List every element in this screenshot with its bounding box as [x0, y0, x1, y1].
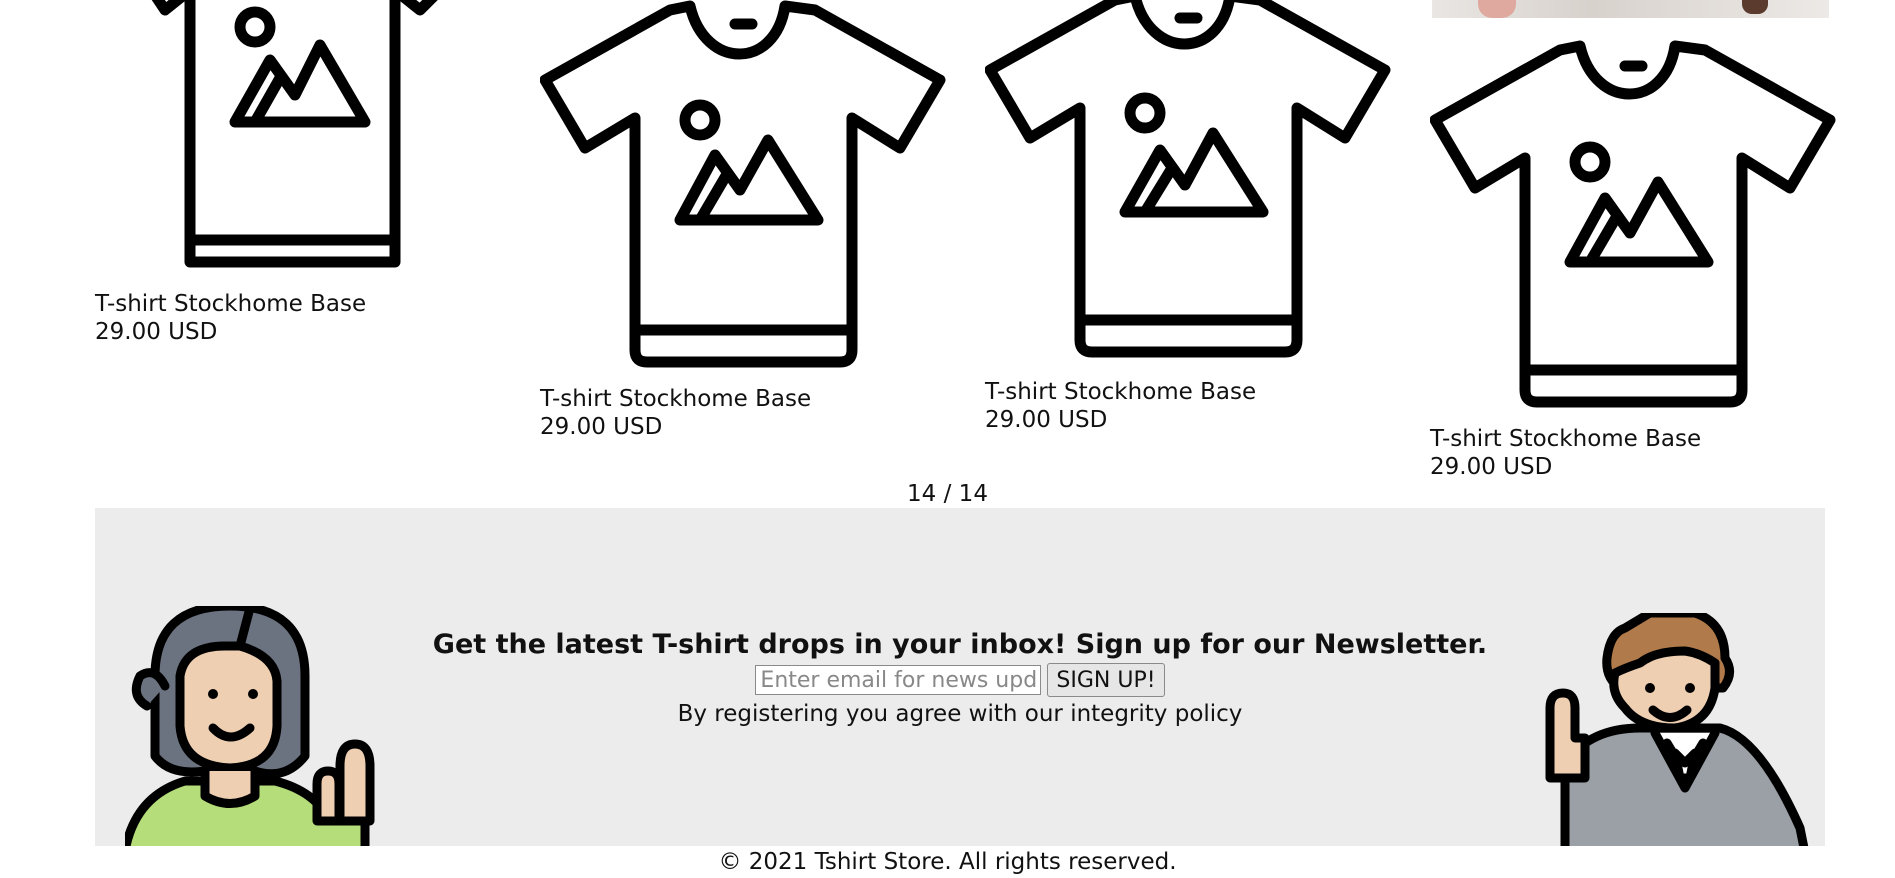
pagination-indicator: 14 / 14 [907, 481, 988, 507]
product-card[interactable]: T-shirt Stockhome Base 29.00 USD [540, 0, 950, 440]
product-price: 29.00 USD [985, 407, 1108, 433]
product-price: 29.00 USD [540, 414, 663, 440]
tshirt-placeholder-icon[interactable] [985, 0, 1395, 360]
product-name[interactable]: T-shirt Stockhome Base [985, 378, 1256, 406]
product-card[interactable]: T-shirt Stockhome Base 29.00 USD [1430, 0, 1840, 480]
product-card[interactable]: T-shirt Stockhome Base 29.00 USD [985, 0, 1395, 440]
sign-up-button[interactable]: SIGN UP! [1047, 663, 1165, 697]
footer-copyright: © 2021 Tshirt Store. All rights reserved… [718, 849, 1177, 875]
tshirt-placeholder-icon[interactable] [1430, 40, 1840, 410]
email-input[interactable] [755, 665, 1042, 695]
product-card[interactable]: T-shirt Stockhome Base 29.00 USD [95, 0, 505, 350]
product-name[interactable]: T-shirt Stockhome Base [1430, 425, 1701, 453]
tshirt-placeholder-icon[interactable] [95, 0, 505, 270]
product-name[interactable]: T-shirt Stockhome Base [540, 385, 811, 413]
newsletter-section: Get the latest T-shirt drops in your inb… [95, 508, 1825, 846]
product-name[interactable]: T-shirt Stockhome Base [95, 290, 366, 318]
product-price: 29.00 USD [95, 319, 218, 345]
man-waving-avatar [1545, 613, 1809, 846]
tshirt-placeholder-icon[interactable] [540, 0, 950, 370]
product-price: 29.00 USD [1430, 454, 1553, 480]
